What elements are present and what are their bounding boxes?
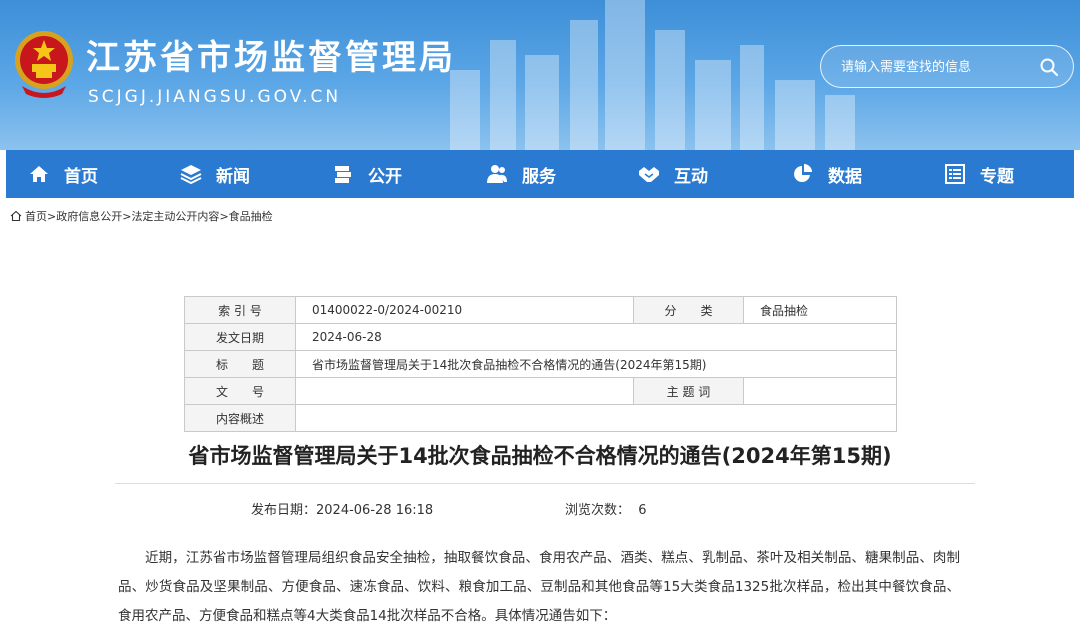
- nav-news[interactable]: 新闻: [180, 150, 250, 198]
- nav-service-label: 服务: [522, 166, 556, 187]
- nav-data[interactable]: 数据: [792, 150, 862, 198]
- category-label: 分 类: [633, 296, 744, 324]
- nav-service[interactable]: 服务: [486, 150, 556, 198]
- handshake-icon: [639, 167, 659, 182]
- keywords-value: [743, 377, 897, 405]
- breadcrumb-food-inspection[interactable]: 食品抽检: [229, 208, 273, 224]
- search-box: [820, 45, 1074, 88]
- nav-open[interactable]: 公开: [332, 150, 402, 198]
- nav-topics-label: 专题: [980, 166, 1014, 187]
- nav-home-label: 首页: [64, 166, 98, 187]
- category-value: 食品抽检: [743, 296, 897, 324]
- site-domain: SCJGJ.JIANGSU.GOV.CN: [88, 87, 342, 107]
- title-label: 标 题: [184, 350, 296, 378]
- nav-open-label: 公开: [368, 166, 402, 187]
- index-label: 索 引 号: [184, 296, 296, 324]
- pie-chart-icon: [794, 164, 812, 182]
- view-count-value: 6: [638, 503, 647, 518]
- title-value: 省市场监督管理局关于14批次食品抽检不合格情况的通告(2024年第15期): [295, 350, 897, 378]
- people-icon: [487, 165, 507, 183]
- breadcrumb-home[interactable]: 首页: [25, 208, 47, 224]
- document-meta-table: 索 引 号 01400022-0/2024-00210 分 类 食品抽检 发文日…: [184, 296, 897, 432]
- list-icon: [945, 164, 965, 184]
- layers-icon: [180, 165, 202, 185]
- nav-news-label: 新闻: [216, 166, 250, 187]
- nav-home[interactable]: 首页: [28, 150, 98, 198]
- breadcrumb-separator: >: [122, 209, 132, 223]
- site-header: 江苏省市场监督管理局 SCJGJ.JIANGSU.GOV.CN: [0, 0, 1080, 150]
- publish-date: 发布日期：2024-06-28 16:18: [251, 499, 433, 518]
- title-divider: [115, 483, 975, 484]
- article-title: 省市场监督管理局关于14批次食品抽检不合格情况的通告(2024年第15期): [188, 444, 892, 468]
- article-body: 近期，江苏省市场监督管理局组织食品安全抽检，抽取餐饮食品、食用农产品、酒类、糕点…: [118, 550, 960, 624]
- date-value: 2024-06-28: [295, 323, 897, 351]
- national-emblem-logo: [15, 31, 73, 98]
- summary-label: 内容概述: [184, 404, 296, 432]
- nav-interact[interactable]: 互动: [638, 150, 708, 198]
- meta-row: 标 题 省市场监督管理局关于14批次食品抽检不合格情况的通告(2024年第15期…: [184, 350, 897, 378]
- site-title: 江苏省市场监督管理局: [86, 38, 456, 78]
- keywords-label: 主 题 词: [633, 377, 744, 405]
- publish-date-label: 发布日期：: [251, 503, 317, 518]
- view-count: 浏览次数： 6: [565, 499, 647, 518]
- nav-interact-label: 互动: [674, 166, 708, 187]
- search-icon[interactable]: [1039, 57, 1059, 77]
- index-value: 01400022-0/2024-00210: [295, 296, 634, 324]
- meta-row: 内容概述: [184, 404, 897, 432]
- summary-value: [295, 404, 897, 432]
- publish-date-value: 2024-06-28 16:18: [316, 503, 434, 518]
- meta-row: 文 号 主 题 词: [184, 377, 897, 405]
- nav-data-label: 数据: [828, 166, 862, 187]
- stack-icon: [335, 166, 351, 183]
- search-input[interactable]: [841, 56, 1031, 78]
- docno-value: [295, 377, 634, 405]
- home-icon: [10, 210, 22, 222]
- nav-topics[interactable]: 专题: [944, 150, 1014, 198]
- home-icon: [30, 166, 48, 182]
- breadcrumb-gov-info[interactable]: 政府信息公开: [56, 208, 122, 224]
- breadcrumb: 首页 > 政府信息公开 > 法定主动公开内容 > 食品抽检: [10, 208, 273, 224]
- docno-label: 文 号: [184, 377, 296, 405]
- breadcrumb-separator: >: [219, 209, 229, 223]
- breadcrumb-separator: >: [47, 209, 57, 223]
- meta-row: 索 引 号 01400022-0/2024-00210 分 类 食品抽检: [184, 296, 897, 324]
- meta-row: 发文日期 2024-06-28: [184, 323, 897, 351]
- breadcrumb-statutory[interactable]: 法定主动公开内容: [131, 208, 219, 224]
- main-navbar: 首页 新闻 公开 服务 互动 数据 专题: [6, 150, 1074, 198]
- date-label: 发文日期: [184, 323, 296, 351]
- view-count-label: 浏览次数：: [565, 503, 631, 518]
